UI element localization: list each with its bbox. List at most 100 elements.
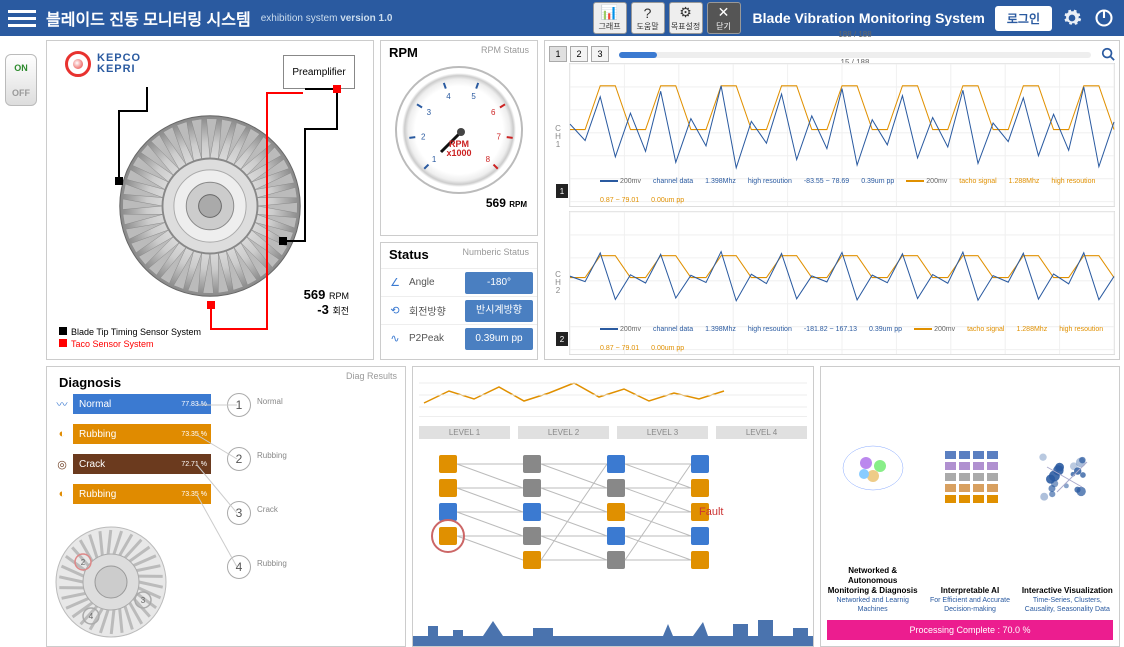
svg-text:3: 3 [427, 108, 432, 117]
svg-text:6: 6 [491, 108, 496, 117]
diag-icon: ◎ [51, 453, 73, 475]
info-subtitle: For Efficient and Accurate Decision-maki… [924, 597, 1015, 614]
diag-number: 1 [227, 393, 251, 417]
svg-text:2: 2 [421, 132, 426, 141]
city-silhouette [413, 616, 813, 646]
diag-bar: Rubbing73.35 % [73, 424, 211, 444]
gauge-label: RPMx1000 [446, 140, 471, 158]
flow-level: LEVEL 1 [419, 426, 510, 439]
svg-text:4: 4 [89, 612, 94, 621]
rpm-panel: RPM RPM Status 12345678 RPMx1000 569 RPM [380, 40, 538, 236]
angle-icon: ∠ [381, 276, 409, 289]
status-label: Angle [409, 277, 465, 288]
preamplifier-box: Preamplifier [283, 55, 355, 89]
power-toggle[interactable]: ON OFF [5, 54, 37, 106]
svg-text:4: 4 [446, 92, 451, 101]
rpm-value: 569 RPM [381, 194, 537, 214]
app-title-en: Blade Vibration Monitoring System [753, 10, 985, 26]
kepco-logo: KEPCOKEPRI [65, 51, 141, 77]
flow-level: LEVEL 3 [617, 426, 708, 439]
page-button-1[interactable]: 1 [549, 46, 567, 62]
svg-text:3: 3 [141, 596, 146, 605]
diagnosis-item[interactable]: ◐ Rubbing73.35 % [51, 482, 211, 506]
search-icon[interactable] [1101, 47, 1115, 61]
processing-bar: Processing Complete : 70.0 % [827, 620, 1113, 640]
flow-diagram: Fault [419, 445, 807, 575]
diagnosis-sub: Diag Results [346, 371, 397, 381]
info-column: Networked & Autonomous Monitoring & Diag… [827, 373, 918, 614]
login-button[interactable]: 로그인 [995, 6, 1052, 31]
diag-number: 3 [227, 501, 251, 525]
turbine-panel: KEPCOKEPRI Preamplifier [46, 40, 374, 360]
info-column: Interpretable AI For Efficient and Accur… [924, 373, 1015, 614]
app-subtitle: exhibition system version 1.0 [261, 13, 393, 24]
rpm-gauge: 12345678 RPMx1000 [395, 66, 523, 194]
channel-tag: 1 [556, 184, 568, 198]
mini-turbine: 2 3 4 [51, 522, 171, 642]
question-icon[interactable]: ?도움말 [631, 2, 665, 34]
status-label: 회전방향 [409, 303, 465, 318]
info-title: Interpretable AI [924, 586, 1015, 596]
mini-line-chart [419, 373, 807, 417]
status-row: ∿ P2Peak 0.39um pp [381, 324, 537, 352]
turbine-rpm-readout: 569 RPM -3 회전 [304, 287, 349, 317]
info-subtitle: Networked and Learnig Machines [827, 597, 918, 614]
status-row: ⟲ 회전방향 반시계방향 [381, 296, 537, 324]
status-value: 반시계방향 [465, 300, 533, 322]
waveform-panel: 123 188 / 188 15 / 188 CH1CH2 1 200mv ch… [544, 40, 1120, 360]
diagnosis-item[interactable]: 〰 Normal77.83 % [51, 392, 211, 416]
diag-icon: 〰 [51, 393, 73, 415]
close-icon[interactable]: ✕닫기 [707, 2, 741, 34]
svg-text:7: 7 [497, 132, 502, 141]
sensor-legend: Blade Tip Timing Sensor System Taco Sens… [59, 326, 201, 351]
power-icon[interactable] [1092, 6, 1116, 30]
left-rail: ON OFF [0, 36, 42, 636]
diag-icon: ◐ [51, 483, 73, 505]
diag-bar: Crack72.71 % [73, 454, 211, 474]
diagnosis-item[interactable]: ◎ Crack72.71 % [51, 452, 211, 476]
app-title-kr: 블레이드 진동 모니터링 시스템 [46, 6, 251, 30]
diag-number: 2 [227, 447, 251, 471]
flow-level: LEVEL 2 [518, 426, 609, 439]
svg-text:2: 2 [81, 558, 86, 567]
waveform-plot-1[interactable]: 1 200mv channel data1.398Mhz high resout… [569, 63, 1115, 207]
logo-icon [65, 51, 91, 77]
status-row: ∠ Angle -180° [381, 268, 537, 296]
peak-icon: ∿ [381, 332, 409, 345]
progress-bar[interactable] [619, 52, 1091, 58]
diagnosis-item[interactable]: ◐ Rubbing73.35 % [51, 422, 211, 446]
status-value: 0.39um pp [465, 328, 533, 350]
progress-text-top: 188 / 188 [838, 30, 871, 39]
info-panel: Networked & Autonomous Monitoring & Diag… [820, 366, 1120, 647]
turbine-illustration [115, 111, 305, 301]
info-subtitle: Time-Series, Clusters, Causality, Season… [1022, 597, 1113, 614]
page-button-2[interactable]: 2 [570, 46, 588, 62]
svg-text:1: 1 [432, 155, 437, 164]
info-column: Interactive Visualization Time-Series, C… [1022, 373, 1113, 614]
status-sub: Numberic Status [462, 247, 529, 257]
waveform-legend: 200mv channel data1.398Mhz high resoutio… [600, 178, 1104, 204]
chart-icon[interactable]: 📊그래프 [593, 2, 627, 34]
diag-bar: Normal77.83 % [73, 394, 211, 414]
app-header: 블레이드 진동 모니터링 시스템 exhibition system versi… [0, 0, 1124, 36]
flow-panel: LEVEL 1LEVEL 2LEVEL 3LEVEL 4 Fault [412, 366, 814, 647]
svg-text:8: 8 [486, 155, 491, 164]
rotation-icon: ⟲ [381, 304, 409, 317]
settings-icon[interactable] [1060, 6, 1084, 30]
fault-label: Fault [699, 506, 723, 518]
gear-icon[interactable]: ⚙목표설정 [669, 2, 703, 34]
diag-number: 4 [227, 555, 251, 579]
waveform-plot-2[interactable]: 2 200mv channel data1.398Mhz high resout… [569, 211, 1115, 355]
info-title: Networked & Autonomous Monitoring & Diag… [827, 566, 918, 595]
info-illustration [827, 373, 918, 562]
page-button-3[interactable]: 3 [591, 46, 609, 62]
info-title: Interactive Visualization [1022, 586, 1113, 596]
waveform-legend: 200mv channel data1.398Mhz high resoutio… [600, 326, 1104, 352]
rpm-sub: RPM Status [481, 45, 529, 55]
status-label: P2Peak [409, 333, 465, 344]
info-illustration [924, 373, 1015, 582]
menu-button[interactable] [8, 4, 36, 32]
diag-bar: Rubbing73.35 % [73, 484, 211, 504]
status-panel: Status Numberic Status ∠ Angle -180° ⟲ 회… [380, 242, 538, 360]
info-illustration [1022, 373, 1113, 582]
